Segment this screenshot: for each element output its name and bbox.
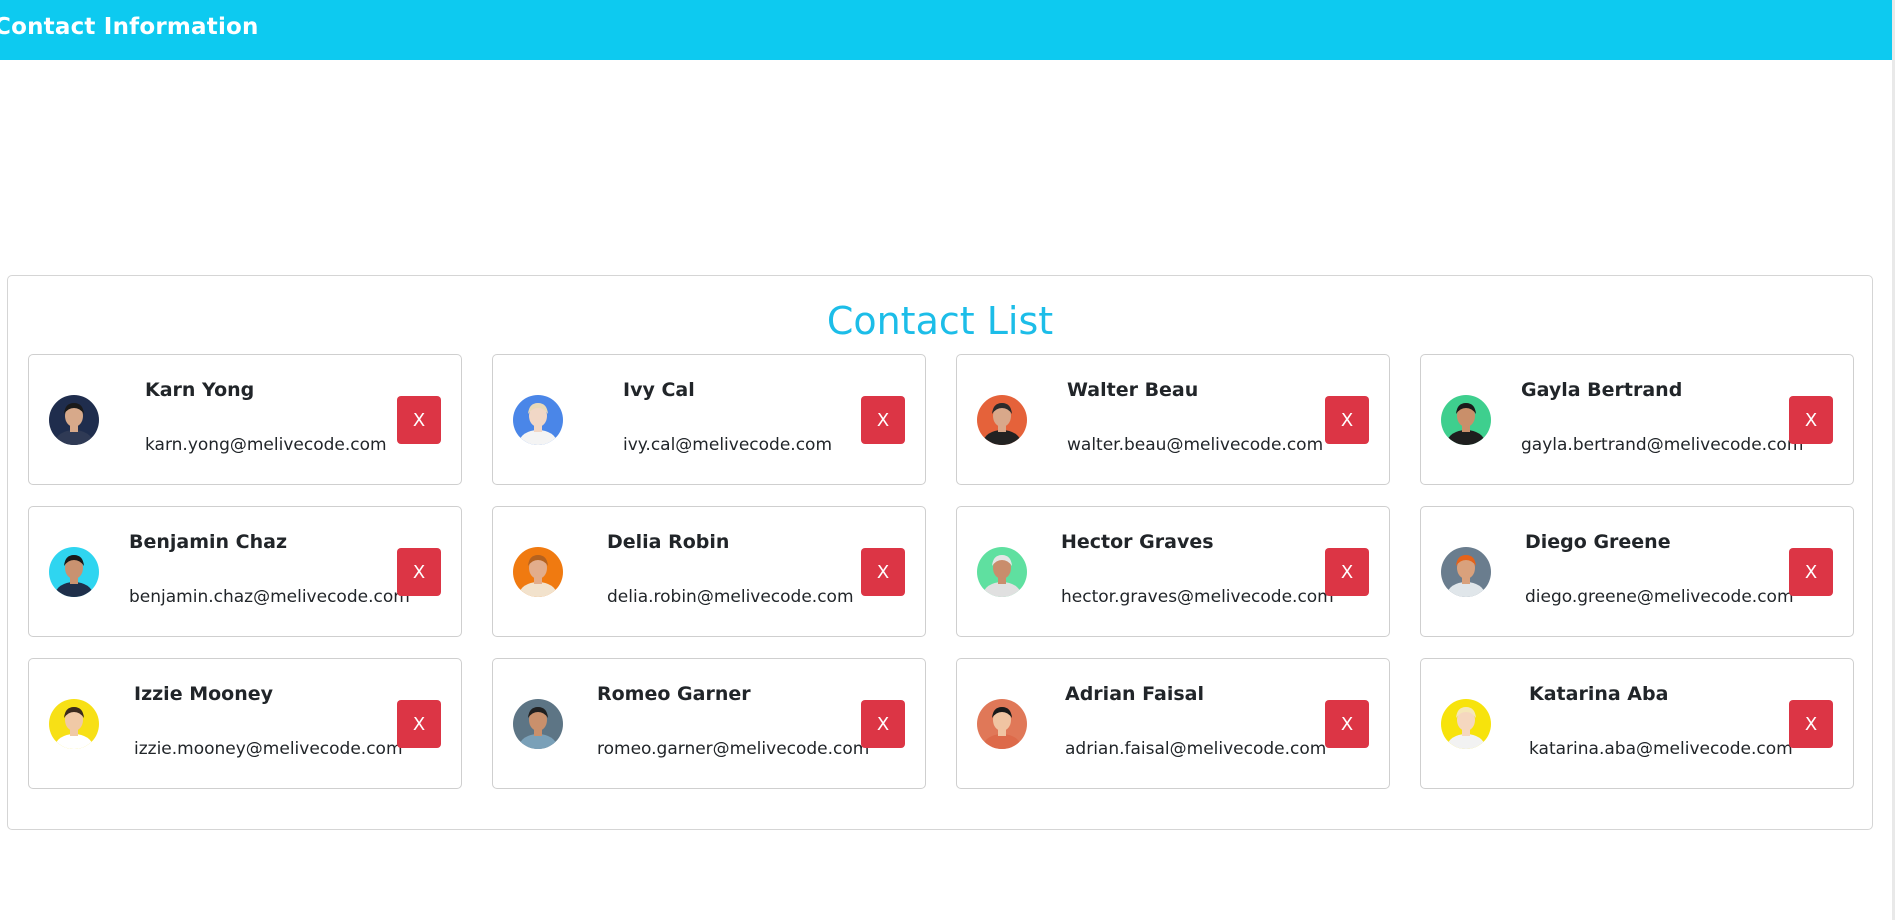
contact-name: Izzie Mooney [134, 683, 274, 705]
contact-card: Romeo Garner romeo.garner@melivecode.com X [492, 658, 926, 789]
contact-card: Benjamin Chaz benjamin.chaz@melivecode.co… [28, 506, 462, 637]
contact-info: Katarina Aba katarina.aba@melivecode.com [1529, 681, 1793, 761]
contact-name: Katarina Aba [1529, 683, 1669, 705]
contact-email: gayla.bertrand@melivecode.com [1521, 434, 1804, 455]
contact-info: Benjamin Chaz benjamin.chaz@melivecode.co… [129, 529, 410, 609]
contact-info: Hector Graves hector.graves@melivecode.co… [1061, 529, 1334, 609]
contact-name: Karn Yong [145, 379, 255, 401]
contact-info: Izzie Mooney izzie.mooney@melivecode.com [134, 681, 403, 761]
avatar [49, 547, 99, 597]
contact-info: Adrian Faisal adrian.faisal@melivecode.co… [1065, 681, 1326, 761]
contact-name: Walter Beau [1067, 379, 1199, 401]
avatar [977, 699, 1027, 749]
avatar [1441, 547, 1491, 597]
delete-contact-button[interactable]: X [397, 548, 441, 596]
delete-contact-button[interactable]: X [861, 396, 905, 444]
top-header: Contact Information [0, 0, 1892, 60]
contact-info: Diego Greene diego.greene@melivecode.com [1525, 529, 1794, 609]
contact-email: adrian.faisal@melivecode.com [1065, 738, 1327, 759]
avatar [977, 547, 1027, 597]
contact-info: Romeo Garner romeo.garner@melivecode.com [597, 681, 869, 761]
contact-email: izzie.mooney@melivecode.com [134, 738, 403, 759]
contact-list-title: Contact List [826, 299, 1054, 343]
contact-email: romeo.garner@melivecode.com [597, 738, 870, 759]
avatar [1441, 395, 1491, 445]
contact-email: hector.graves@melivecode.com [1061, 586, 1334, 607]
contact-info: Gayla Bertrand gayla.bertrand@melivecode.… [1521, 377, 1803, 457]
contact-card: Delia Robin delia.robin@melivecode.com X [492, 506, 926, 637]
contact-card: Hector Graves hector.graves@melivecode.co… [956, 506, 1390, 637]
contact-info: Karn Yong karn.yong@melivecode.com [145, 377, 387, 457]
contact-email: karn.yong@melivecode.com [145, 434, 387, 455]
contact-info: Walter Beau walter.beau@melivecode.com [1067, 377, 1323, 457]
contact-name: Gayla Bertrand [1521, 379, 1683, 401]
delete-contact-button[interactable]: X [861, 700, 905, 748]
avatar [513, 699, 563, 749]
contact-name: Romeo Garner [597, 683, 751, 705]
avatar [49, 699, 99, 749]
contact-card: Izzie Mooney izzie.mooney@melivecode.com X [28, 658, 462, 789]
delete-contact-button[interactable]: X [1325, 548, 1369, 596]
contact-info: Delia Robin delia.robin@melivecode.com [607, 529, 854, 609]
contact-name: Benjamin Chaz [129, 531, 288, 553]
delete-contact-button[interactable]: X [1789, 396, 1833, 444]
contact-name: Hector Graves [1061, 531, 1214, 553]
contact-name: Adrian Faisal [1065, 683, 1204, 705]
contact-card: Diego Greene diego.greene@melivecode.com X [1420, 506, 1854, 637]
avatar [1441, 699, 1491, 749]
contact-name: Ivy Cal [623, 379, 695, 401]
delete-contact-button[interactable]: X [861, 548, 905, 596]
avatar [513, 547, 563, 597]
contact-card: Adrian Faisal adrian.faisal@melivecode.co… [956, 658, 1390, 789]
delete-contact-button[interactable]: X [1789, 548, 1833, 596]
contact-info: Ivy Cal ivy.cal@melivecode.com [623, 377, 832, 457]
contact-card: Katarina Aba katarina.aba@melivecode.com X [1420, 658, 1854, 789]
avatar [49, 395, 99, 445]
contact-card: Walter Beau walter.beau@melivecode.com X [956, 354, 1390, 485]
contact-email: benjamin.chaz@melivecode.com [129, 586, 410, 607]
header-title: Contact Information [0, 14, 259, 40]
contact-email: ivy.cal@melivecode.com [623, 434, 833, 455]
avatar [977, 395, 1027, 445]
delete-contact-button[interactable]: X [1325, 700, 1369, 748]
delete-contact-button[interactable]: X [1325, 396, 1369, 444]
contact-card: Ivy Cal ivy.cal@melivecode.com X [492, 354, 926, 485]
contact-email: walter.beau@melivecode.com [1067, 434, 1324, 455]
contact-email: diego.greene@melivecode.com [1525, 586, 1794, 607]
contact-list-panel: Contact List Karn Yong karn.yong@meliveco… [7, 275, 1873, 830]
delete-contact-button[interactable]: X [397, 700, 441, 748]
contact-email: katarina.aba@melivecode.com [1529, 738, 1793, 759]
contact-email: delia.robin@melivecode.com [607, 586, 854, 607]
contact-grid: Karn Yong karn.yong@melivecode.com X Ivy Ca… [28, 354, 1854, 789]
contact-name: Diego Greene [1525, 531, 1671, 553]
contact-card: Gayla Bertrand gayla.bertrand@melivecode.… [1420, 354, 1854, 485]
delete-contact-button[interactable]: X [1789, 700, 1833, 748]
delete-contact-button[interactable]: X [397, 396, 441, 444]
avatar [513, 395, 563, 445]
contact-card: Karn Yong karn.yong@melivecode.com X [28, 354, 462, 485]
contact-name: Delia Robin [607, 531, 730, 553]
